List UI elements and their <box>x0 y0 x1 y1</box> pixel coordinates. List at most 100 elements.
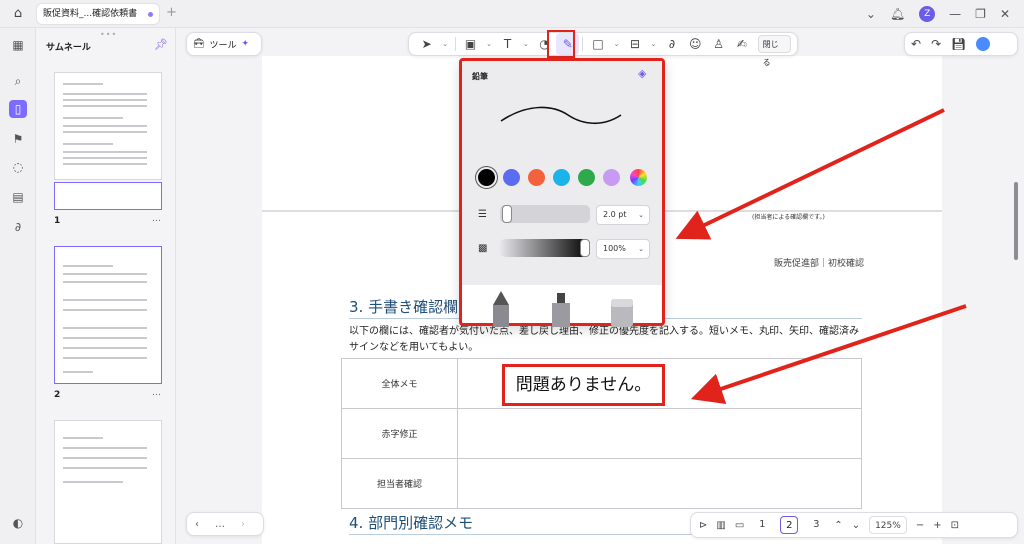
page-thumbnail-3[interactable] <box>54 420 162 544</box>
chevron-down-icon[interactable]: ⌄ <box>438 33 452 55</box>
home-icon[interactable]: ⌂ <box>10 6 26 22</box>
page-thumbnail-1-bottom[interactable] <box>54 182 162 210</box>
close-button[interactable]: 閉じる <box>757 35 791 67</box>
document-tab[interactable]: 販促資料_...確認依頼書 <box>36 3 160 25</box>
thumbnail-more-button[interactable]: … <box>152 388 161 398</box>
highlighter-style-icon[interactable] <box>608 291 636 327</box>
chevron-down-icon[interactable]: ⌄ <box>866 7 876 21</box>
redo-icon[interactable]: ↷ <box>931 37 941 51</box>
zoom-in-icon[interactable]: + <box>933 520 941 531</box>
chevron-right-icon[interactable]: › <box>241 519 245 530</box>
measure-icon[interactable]: ⊟ <box>623 33 646 55</box>
thickness-value: 2.0 pt <box>603 210 627 219</box>
color-swatch[interactable] <box>603 169 620 186</box>
marker-style-icon[interactable] <box>548 291 574 327</box>
stamp-icon[interactable]: ♙ <box>707 33 730 55</box>
section-3-text: 以下の欄には、確認者が気付いた点、差し戻し理由、修正の優先度を記入する。短いメモ… <box>349 326 859 353</box>
paperclip-icon[interactable]: ∂ <box>9 218 27 236</box>
page-button-3[interactable]: 3 <box>807 516 825 534</box>
minimize-icon[interactable]: — <box>949 7 961 21</box>
grid-icon[interactable]: ▦ <box>9 36 27 54</box>
restore-icon[interactable]: ❐ <box>975 7 986 21</box>
color-swatch[interactable] <box>528 169 545 186</box>
panel-grip-icon[interactable]: ••• <box>100 30 117 39</box>
search-icon[interactable]: ⌕ <box>9 72 27 90</box>
ai-assistant-icon[interactable] <box>976 37 991 51</box>
pencil-tool-highlight <box>547 30 575 58</box>
title-bar: ⌂ 販促資料_...確認依頼書 + ⌄ 🔔︎ Z — ❐ ✕ <box>0 0 1024 28</box>
table-row: 赤字修正 <box>341 408 862 459</box>
sparkle-icon: ✦ <box>241 39 249 49</box>
comment-icon[interactable]: ◌ <box>9 158 27 176</box>
tab-title: 販促資料_...確認依頼書 <box>43 9 138 19</box>
zoom-out-icon[interactable]: − <box>916 520 924 531</box>
color-swatch[interactable] <box>553 169 570 186</box>
thickness-slider[interactable] <box>500 205 590 223</box>
row-value[interactable] <box>457 458 862 509</box>
page-navigation: ⊳ ▥ ▭ 1 2 3 ⌃ ⌄ 125% − + ⊡ <box>690 512 1018 538</box>
close-icon[interactable]: ✕ <box>1000 7 1010 21</box>
department-label: 販売促進部｜初校確認 <box>774 259 865 269</box>
bookmark-icon[interactable]: ⚑ <box>9 130 27 148</box>
eraser-icon[interactable]: ◈ <box>638 67 646 80</box>
color-swatch[interactable] <box>503 169 520 186</box>
tools-toggle[interactable]: 🧰︎ ツール ✦ <box>186 32 262 56</box>
chevron-down-icon[interactable]: ⌄ <box>852 520 860 531</box>
handwritten-memo[interactable]: 問題ありません。 <box>502 364 665 406</box>
avatar[interactable]: Z <box>919 6 936 22</box>
thumbnail-panel: ••• サムネール 📌︎ 1 … 2 … <box>36 28 176 544</box>
pin-icon[interactable]: 📌︎ <box>154 38 168 51</box>
thickness-dropdown[interactable]: 2.0 pt ⌄ <box>596 205 650 225</box>
bell-icon[interactable]: 🔔︎ <box>890 7 905 21</box>
page-button-2[interactable]: 2 <box>780 516 799 534</box>
annotation-toolbar: ➤ ⌄ ▣ ⌄ T ⌄ ◔ ✎ □ ⌄ ⊟ ⌄ ∂ ☺ ♙ ✍ 閉じる <box>408 32 798 67</box>
page-thumbnail-2[interactable] <box>54 246 162 384</box>
custom-color-swatch[interactable] <box>630 169 647 186</box>
pencil-style-icon[interactable] <box>488 291 514 327</box>
color-swatch[interactable] <box>478 169 495 186</box>
thumbnail-page-icon[interactable]: ▯ <box>9 100 27 118</box>
header-note: (担当者による確認欄です。) <box>752 214 825 221</box>
sticker-icon[interactable]: ☺ <box>684 33 707 55</box>
thumbnail-more-button[interactable]: … <box>152 214 161 224</box>
presentation-icon[interactable]: ▭ <box>735 520 744 531</box>
expand-icon[interactable]: ⊳ <box>699 520 707 531</box>
add-tab-icon[interactable]: + <box>166 5 177 20</box>
slider-knob[interactable] <box>502 205 512 223</box>
window-controls: ⌄ 🔔︎ Z — ❐ ✕ <box>866 0 1024 28</box>
color-swatch[interactable] <box>578 169 595 186</box>
chevron-down-icon[interactable]: ⌄ <box>610 33 624 55</box>
chevron-down-icon: ⌄ <box>638 245 644 253</box>
layers-icon[interactable]: ◐ <box>9 514 27 532</box>
chevron-down-icon[interactable]: ⌄ <box>519 33 533 55</box>
chevron-up-icon[interactable]: ⌃ <box>834 520 842 531</box>
page-button-1[interactable]: 1 <box>753 516 771 534</box>
undo-icon[interactable]: ↶ <box>911 37 921 51</box>
opacity-slider[interactable] <box>500 239 590 257</box>
shape-rectangle-icon[interactable]: □ <box>586 33 609 55</box>
row-value[interactable] <box>457 408 862 459</box>
more-button[interactable]: … <box>215 519 225 530</box>
zoom-level[interactable]: 125% <box>869 516 907 534</box>
chevron-down-icon[interactable]: ⌄ <box>482 33 496 55</box>
select-arrow-icon[interactable]: ➤ <box>415 33 438 55</box>
fit-page-icon[interactable]: ⊡ <box>951 520 959 531</box>
highlight-icon[interactable]: ▣ <box>459 33 482 55</box>
page-scroll-nav: ‹ … › <box>186 512 264 536</box>
pencil-settings-popup: 鉛筆 ◈ ☰ 2.0 pt ⌄ ▩ 100% ⌄ <box>459 58 665 327</box>
attach-icon[interactable]: ∂ <box>660 33 683 55</box>
chevron-down-icon[interactable]: ⌄ <box>647 33 661 55</box>
slider-knob[interactable] <box>580 239 590 257</box>
attachment-box-icon[interactable]: ▤ <box>9 188 27 206</box>
page-thumbnail-1[interactable] <box>54 72 162 180</box>
page-layout-icon[interactable]: ▥ <box>716 520 725 531</box>
save-icon[interactable]: 💾︎ <box>951 37 966 51</box>
text-icon[interactable]: T <box>496 33 519 55</box>
signature-icon[interactable]: ✍ <box>730 33 753 55</box>
opacity-dropdown[interactable]: 100% ⌄ <box>596 239 650 259</box>
opacity-icon: ▩ <box>478 243 488 254</box>
toolbox-icon: 🧰︎ <box>193 39 205 49</box>
chevron-left-icon[interactable]: ‹ <box>195 519 199 530</box>
vertical-scrollbar[interactable] <box>1014 182 1018 260</box>
row-label: 赤字修正 <box>341 408 458 459</box>
